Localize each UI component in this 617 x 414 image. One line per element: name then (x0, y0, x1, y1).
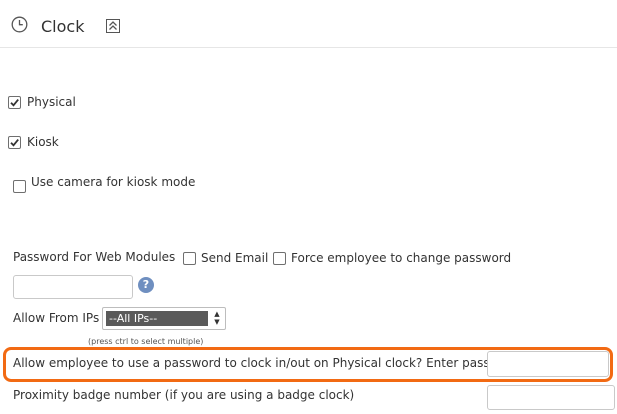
use-camera-checkbox[interactable] (13, 180, 26, 193)
force-change-label: Force employee to change password (291, 251, 512, 265)
proximity-badge-input[interactable] (487, 385, 615, 410)
use-camera-label: Use camera for kiosk mode (31, 175, 196, 189)
force-change-checkbox[interactable] (273, 252, 286, 265)
allow-ips-label: Allow From IPs (13, 311, 100, 325)
select-scroll-arrows[interactable]: ▲ ▼ (211, 310, 223, 327)
password-web-label: Password For Web Modules (13, 250, 176, 264)
clock-password-label: Allow employee to use a password to cloc… (13, 356, 520, 370)
kiosk-checkbox[interactable] (8, 136, 21, 149)
allow-ips-hint: (press ctrl to select multiple) (88, 337, 204, 346)
web-password-input[interactable] (13, 275, 133, 299)
proximity-badge-label: Proximity badge number (if you are using… (13, 388, 355, 402)
clock-password-input[interactable] (487, 351, 609, 377)
clock-icon (11, 16, 28, 33)
allow-ips-selected-option[interactable]: --All IPs-- (106, 311, 208, 326)
allow-ips-select[interactable]: --All IPs-- ▲ ▼ (102, 307, 226, 330)
physical-label: Physical (27, 95, 76, 109)
page-title: Clock (41, 17, 85, 36)
collapse-icon[interactable] (106, 19, 120, 33)
help-icon[interactable]: ? (138, 277, 154, 293)
send-email-checkbox[interactable] (183, 252, 196, 265)
kiosk-label: Kiosk (27, 135, 59, 149)
send-email-label: Send Email (201, 251, 269, 265)
physical-checkbox[interactable] (8, 96, 21, 109)
header-divider (0, 47, 617, 48)
